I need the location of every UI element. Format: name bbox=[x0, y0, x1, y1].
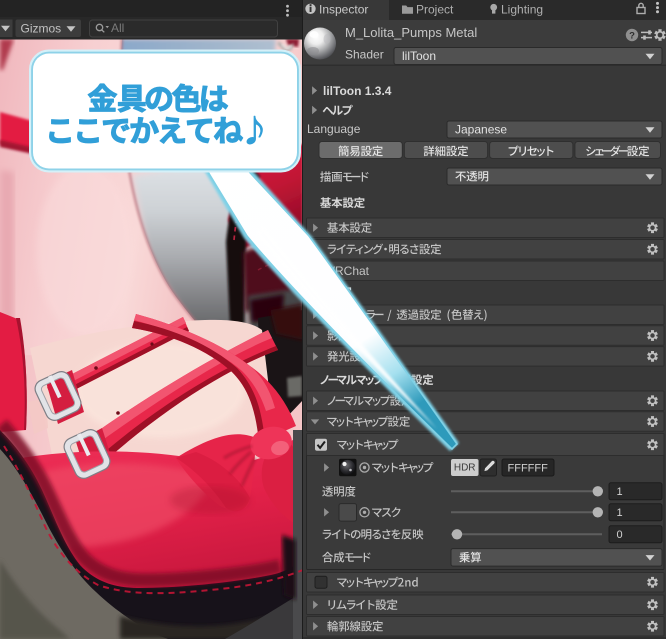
svg-text:lilToon: lilToon bbox=[402, 49, 436, 63]
svg-text:Project: Project bbox=[416, 3, 454, 17]
svg-text:HDR: HDR bbox=[454, 463, 476, 474]
svg-text:1: 1 bbox=[617, 486, 623, 498]
svg-text:M_Lolita_Pumps Metal: M_Lolita_Pumps Metal bbox=[345, 25, 477, 40]
svg-text:?: ? bbox=[629, 30, 635, 41]
svg-text:0: 0 bbox=[617, 529, 623, 541]
svg-text:Inspector: Inspector bbox=[319, 3, 368, 17]
svg-text:All: All bbox=[111, 21, 124, 35]
svg-text:lilToon 1.3.4: lilToon 1.3.4 bbox=[323, 84, 392, 98]
svg-text:Lighting: Lighting bbox=[501, 3, 543, 17]
svg-text:1: 1 bbox=[617, 507, 623, 519]
svg-text:Shader: Shader bbox=[345, 48, 384, 62]
svg-text:Language: Language bbox=[307, 122, 361, 136]
svg-text:Japanese: Japanese bbox=[455, 123, 507, 137]
svg-text:FFFFFF: FFFFFF bbox=[508, 462, 549, 474]
svg-text:Gizmos: Gizmos bbox=[21, 22, 62, 36]
